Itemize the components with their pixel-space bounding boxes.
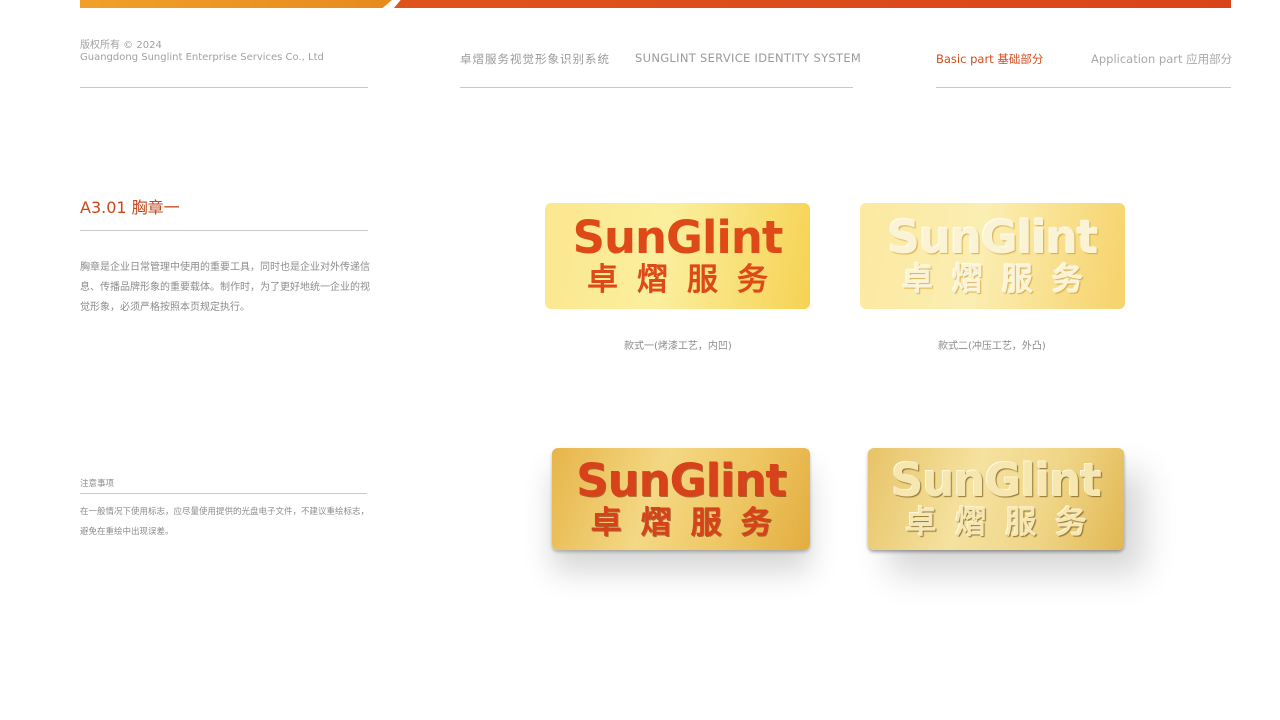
top-accent-bar-red (394, 0, 1231, 8)
badge-style-2-mockup: SunGlint 卓熠服务 (868, 448, 1124, 550)
system-title-en: SUNGLINT SERVICE IDENTITY SYSTEM (635, 51, 862, 65)
copyright-line-1: 版权所有 © 2024 (80, 40, 162, 51)
nav-basic-part[interactable]: Basic part 基础部分 (936, 51, 1043, 67)
badge-logo-en: SunGlint (576, 454, 787, 507)
badge-logo-en: SunGlint (572, 211, 784, 264)
badge-style-2-flat: SunGlint 卓熠服务 (860, 203, 1125, 309)
badge-logo-cn: 卓熠服务 (905, 505, 1106, 541)
header-divider-left (80, 87, 368, 88)
badge-logo-cn: 卓熠服务 (590, 505, 791, 541)
badge-logo-en: SunGlint (891, 454, 1102, 507)
section-title-divider (80, 230, 368, 231)
badge-logo-cn: 卓熠服务 (587, 262, 787, 298)
section-description: 胸章是企业日常管理中使用的重要工具，同时也是企业对外传递信息、传播品牌形象的重要… (80, 262, 370, 313)
copyright-line-2: Guangdong Sunglint Enterprise Services C… (80, 52, 324, 63)
system-title-cn: 卓熠服务视觉形象识别系统 (460, 52, 610, 66)
header-divider-right (936, 87, 1231, 88)
badge-style-1-mockup: SunGlint 卓熠服务 (552, 448, 810, 550)
badge-logo-en: SunGlint (887, 211, 1099, 264)
badge-caption-style-2: 款式二(冲压工艺，外凸) (938, 341, 1046, 352)
top-accent-bar-orange (80, 0, 392, 8)
badge-logo-cn: 卓熠服务 (902, 262, 1102, 298)
note-divider (80, 493, 367, 494)
header-divider-middle (460, 87, 853, 88)
note-title: 注意事项 (80, 479, 115, 489)
badge-style-1-flat: SunGlint 卓熠服务 (545, 203, 810, 309)
section-title: A3.01 胸章一 (80, 198, 180, 217)
note-text: 在一般情况下使用标志，应尽量使用提供的光盘电子文件，不建议重绘标志，避免在重绘中… (80, 507, 370, 537)
nav-application-part[interactable]: Application part 应用部分 (1091, 51, 1232, 67)
badge-caption-style-1: 款式一(烤漆工艺，内凹) (624, 341, 732, 352)
copyright: 版权所有 © 2024 Guangdong Sunglint Enterpris… (80, 40, 324, 64)
